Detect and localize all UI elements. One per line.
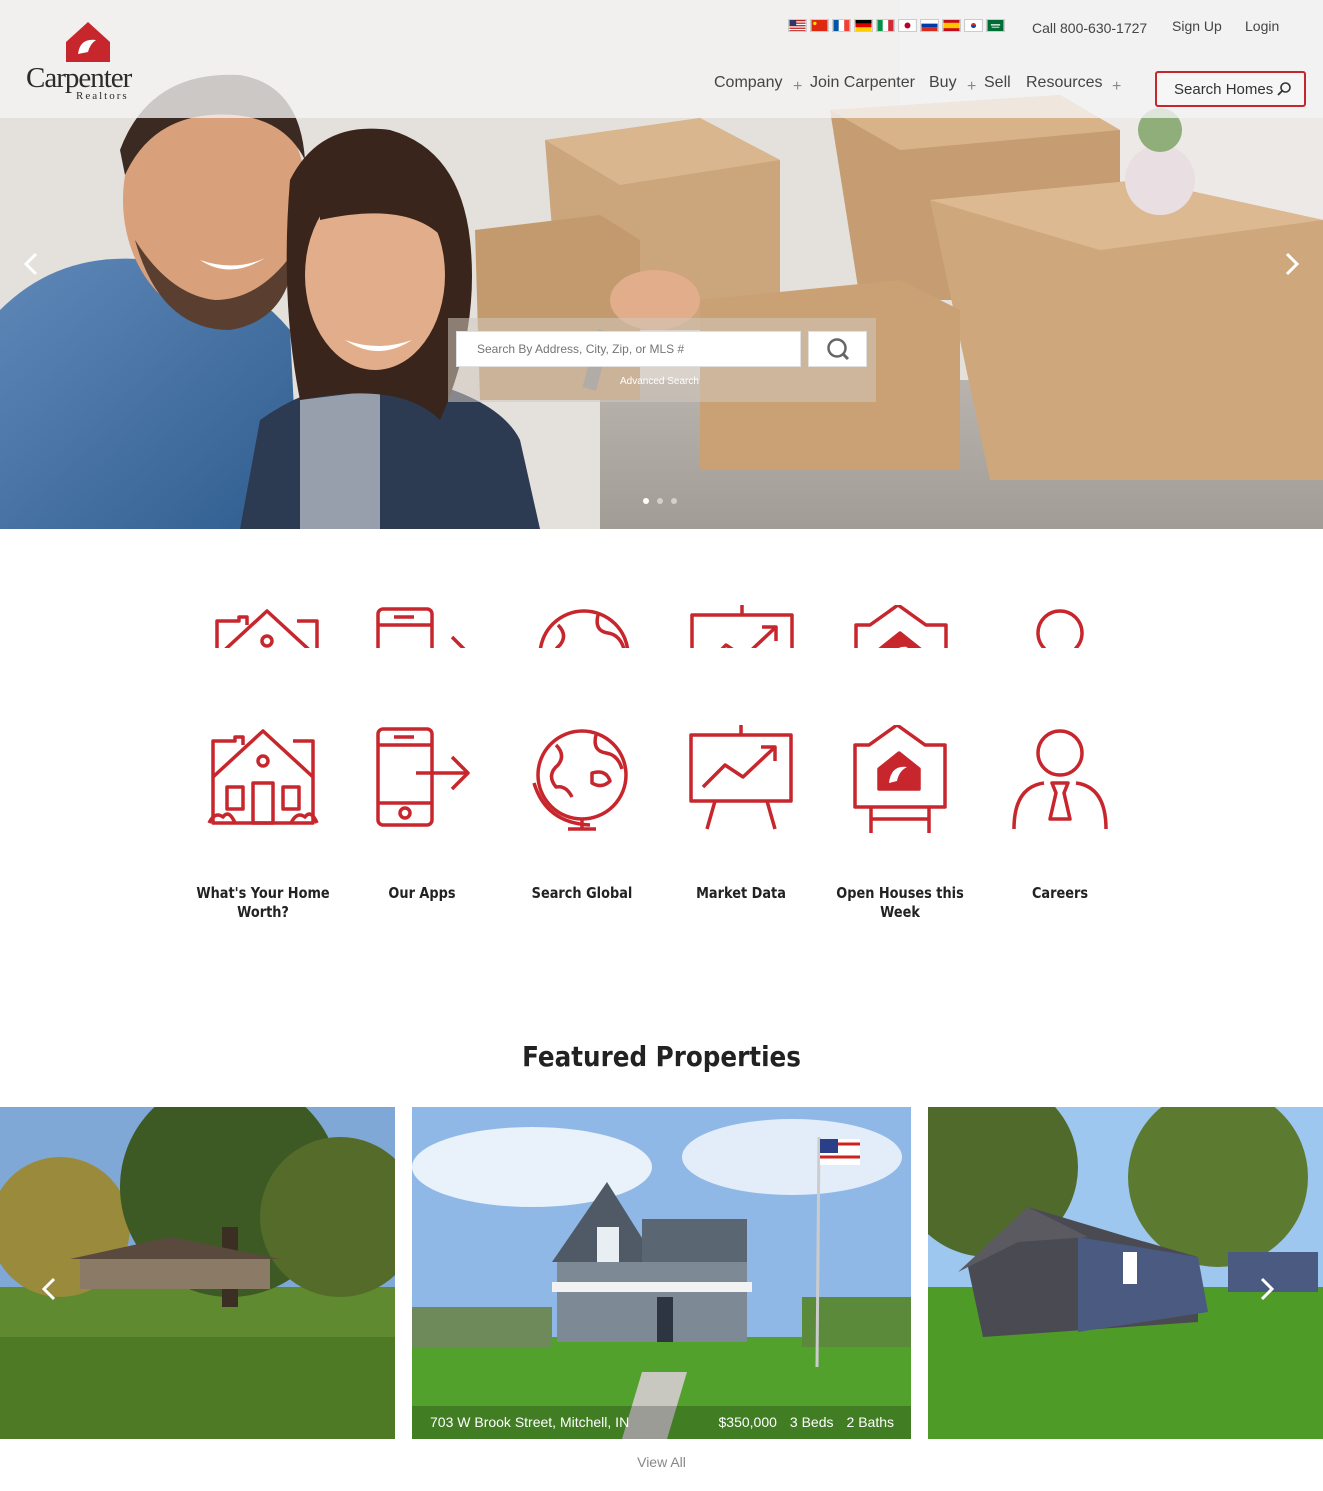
property-beds: 3 Beds — [789, 1414, 834, 1430]
property-baths: 2 Baths — [846, 1414, 894, 1430]
quick-link-market-data[interactable] — [661, 725, 821, 835]
expand-plus-icon[interactable]: + — [967, 78, 976, 96]
japan-flag-icon[interactable] — [898, 19, 917, 32]
property-photo — [0, 1107, 395, 1439]
quick-link-label[interactable]: Open Houses this Week — [831, 884, 969, 922]
hero-search-button[interactable] — [808, 331, 867, 367]
open-house-sign-icon — [853, 725, 947, 835]
spain-flag-icon[interactable] — [942, 19, 961, 32]
phone-app-icon — [376, 727, 470, 827]
site-header — [0, 0, 1323, 118]
property-photo — [928, 1107, 1323, 1439]
chart-easel-icon — [689, 725, 793, 831]
hero-banner: Carpenter Realtors Call 800-630-1727 Sig… — [0, 0, 1323, 529]
hero-search-input[interactable] — [456, 331, 801, 367]
chart-easel-icon — [690, 605, 794, 648]
quick-link-home-worth[interactable] — [183, 725, 343, 835]
advanced-search-link[interactable]: Advanced Search — [620, 376, 699, 387]
search-icon — [826, 338, 849, 361]
house-icon — [207, 729, 319, 825]
icon-row-preview — [0, 605, 1323, 648]
italy-flag-icon[interactable] — [876, 19, 895, 32]
property-card[interactable]: 703 W Brook Street, Mitchell, IN $350,00… — [412, 1107, 911, 1439]
quick-link-open-houses[interactable] — [820, 725, 980, 835]
featured-properties-title: Featured Properties — [522, 1040, 801, 1073]
quick-link-label[interactable]: Search Global — [513, 884, 651, 903]
quick-link-label[interactable]: Careers — [991, 884, 1129, 903]
phone-link[interactable]: Call 800-630-1727 — [1032, 20, 1147, 36]
korea-flag-icon[interactable] — [964, 19, 983, 32]
slide-dot[interactable] — [643, 498, 649, 504]
nav-sell[interactable]: Sell — [984, 74, 1011, 92]
hero-prev-arrow-icon[interactable] — [20, 250, 42, 278]
france-flag-icon[interactable] — [832, 19, 851, 32]
person-tie-icon — [1012, 729, 1108, 831]
house-icon — [211, 609, 323, 648]
view-all-link[interactable]: View All — [0, 1454, 1323, 1470]
nav-join-carpenter[interactable]: Join Carpenter — [810, 74, 915, 92]
globe-icon — [532, 729, 628, 831]
quick-link-careers[interactable] — [980, 725, 1140, 835]
quick-link-label[interactable]: What's Your Home Worth? — [194, 884, 332, 922]
property-photo — [412, 1107, 911, 1439]
property-next-arrow-icon[interactable] — [1256, 1275, 1278, 1303]
search-icon — [1277, 82, 1291, 96]
quick-link-label[interactable]: Our Apps — [353, 884, 491, 903]
russia-flag-icon[interactable] — [920, 19, 939, 32]
germany-flag-icon[interactable] — [854, 19, 873, 32]
quick-link-label[interactable]: Market Data — [672, 884, 810, 903]
property-prev-arrow-icon[interactable] — [38, 1275, 60, 1303]
china-flag-icon[interactable] — [810, 19, 829, 32]
globe-icon — [534, 609, 630, 648]
login-link[interactable]: Login — [1245, 18, 1279, 34]
nav-company[interactable]: Company — [714, 74, 782, 92]
nav-resources[interactable]: Resources — [1026, 74, 1102, 92]
language-flags — [788, 19, 1005, 32]
phone-app-icon — [376, 607, 470, 648]
property-card[interactable] — [928, 1107, 1323, 1439]
property-address: 703 W Brook Street, Mitchell, IN — [430, 1414, 630, 1430]
us-flag-icon[interactable] — [788, 19, 807, 32]
hero-pagination — [643, 498, 677, 504]
quick-link-search-global[interactable] — [502, 725, 662, 835]
property-caption: 703 W Brook Street, Mitchell, IN $350,00… — [412, 1406, 911, 1439]
open-house-sign-icon — [854, 605, 948, 648]
nav-buy[interactable]: Buy — [929, 74, 957, 92]
search-homes-button[interactable]: Search Homes — [1155, 71, 1306, 107]
saudi-flag-icon[interactable] — [986, 19, 1005, 32]
logo-subtitle: Realtors — [76, 90, 129, 102]
quick-link-our-apps[interactable] — [342, 725, 502, 835]
hero-next-arrow-icon[interactable] — [1281, 250, 1303, 278]
person-tie-icon — [1012, 609, 1108, 648]
property-price: $350,000 — [718, 1414, 777, 1430]
expand-plus-icon[interactable]: + — [793, 78, 802, 96]
signup-link[interactable]: Sign Up — [1172, 18, 1222, 34]
search-homes-label: Search Homes — [1174, 80, 1274, 98]
slide-dot[interactable] — [657, 498, 663, 504]
expand-plus-icon[interactable]: + — [1112, 78, 1121, 96]
slide-dot[interactable] — [671, 498, 677, 504]
property-card[interactable] — [0, 1107, 395, 1439]
